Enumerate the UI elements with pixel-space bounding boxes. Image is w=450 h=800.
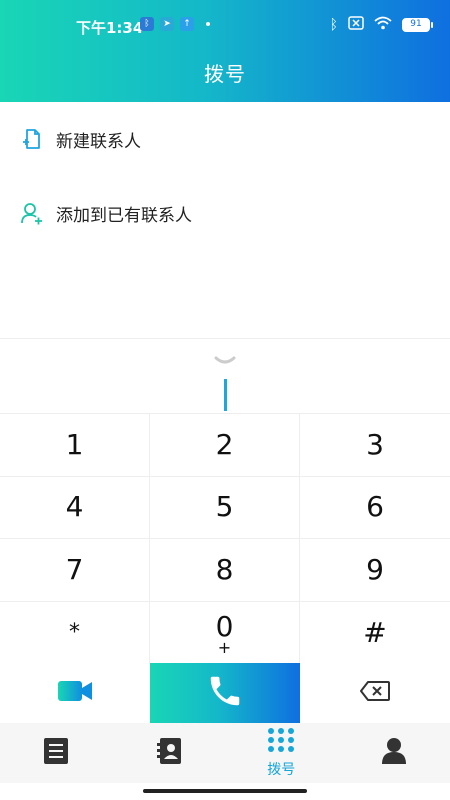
status-bar: 下午1:34 ᛒ ➤ ↑ ᛒ 91 — [0, 0, 450, 50]
key-digit: # — [363, 615, 387, 649]
bluetooth-app-icon: ᛒ — [140, 17, 154, 31]
battery-icon: 91 — [402, 17, 433, 32]
backspace-icon — [359, 680, 391, 706]
bottom-tab-bar: 拨号 — [0, 723, 450, 783]
contacts-book-icon — [155, 737, 183, 769]
tab-dialpad[interactable]: 拨号 — [225, 723, 338, 783]
list-icon — [43, 737, 69, 769]
add-to-existing-contact-item[interactable]: 添加到已有联系人 — [0, 176, 450, 250]
key-digit: 8 — [215, 552, 234, 586]
key-9[interactable]: 9 — [300, 539, 450, 601]
keypad-row: 1 2 3 — [0, 414, 450, 477]
tab-call-log[interactable] — [0, 723, 113, 783]
person-icon — [381, 737, 407, 769]
chevron-down-icon[interactable] — [213, 353, 237, 367]
key-digit: 5 — [215, 490, 234, 524]
key-digit: 3 — [366, 427, 384, 461]
key-digit: 9 — [366, 552, 384, 586]
upload-app-icon: ↑ — [180, 17, 194, 31]
key-5[interactable]: 5 — [150, 476, 300, 538]
keypad-row: 7 8 9 — [0, 539, 450, 602]
dial-number-display[interactable] — [0, 338, 450, 414]
tab-contacts[interactable] — [113, 723, 226, 783]
call-button[interactable] — [150, 663, 300, 723]
phone-icon — [206, 672, 244, 714]
key-digit: * — [69, 619, 80, 645]
status-time: 下午1:34 — [76, 19, 144, 37]
key-sub: + — [217, 637, 232, 657]
key-digit: 7 — [65, 552, 84, 586]
keypad: 1 2 3 4 5 6 7 8 9 * 0 + # — [0, 413, 450, 665]
key-digit: 1 — [65, 427, 84, 461]
dialpad-icon — [267, 727, 295, 757]
video-call-icon — [57, 679, 93, 707]
bluetooth-icon: ᛒ — [329, 16, 338, 33]
home-indicator[interactable] — [143, 789, 307, 793]
no-sim-icon — [348, 15, 364, 34]
keypad-row: 4 5 6 — [0, 476, 450, 539]
dial-actions — [0, 663, 450, 723]
key-4[interactable]: 4 — [0, 476, 150, 538]
header: 下午1:34 ᛒ ➤ ↑ ᛒ 91 拨号 — [0, 0, 450, 102]
new-contact-icon — [20, 127, 44, 151]
status-right-icons: ᛒ 91 — [329, 15, 433, 34]
key-digit: 6 — [366, 490, 384, 524]
key-0[interactable]: 0 + — [150, 601, 300, 664]
add-to-existing-contact-label: 添加到已有联系人 — [56, 205, 192, 226]
dial-menu: 新建联系人 添加到已有联系人 — [0, 102, 450, 250]
text-cursor — [224, 379, 227, 411]
key-2[interactable]: 2 — [150, 414, 300, 476]
tab-dialpad-label: 拨号 — [267, 762, 296, 778]
key-digit: 4 — [65, 490, 84, 524]
key-7[interactable]: 7 — [0, 539, 150, 601]
key-star[interactable]: * — [0, 601, 150, 664]
key-1[interactable]: 1 — [0, 414, 150, 476]
delete-button[interactable] — [300, 663, 450, 723]
status-left-icons: ᛒ ➤ ↑ — [140, 17, 210, 31]
key-digit: 2 — [215, 427, 234, 461]
wifi-icon — [374, 15, 392, 34]
add-contact-icon — [20, 201, 44, 225]
keypad-row: * 0 + # — [0, 601, 450, 665]
notification-dot-icon — [206, 22, 210, 26]
telegram-app-icon: ➤ — [160, 17, 174, 31]
key-3[interactable]: 3 — [300, 414, 450, 476]
key-hash[interactable]: # — [300, 602, 450, 665]
page-title: 拨号 — [204, 62, 246, 86]
key-8[interactable]: 8 — [150, 539, 300, 601]
key-6[interactable]: 6 — [300, 477, 450, 539]
tab-profile[interactable] — [338, 723, 450, 783]
new-contact-item[interactable]: 新建联系人 — [0, 102, 450, 176]
new-contact-label: 新建联系人 — [56, 131, 141, 152]
video-call-button[interactable] — [0, 663, 150, 723]
